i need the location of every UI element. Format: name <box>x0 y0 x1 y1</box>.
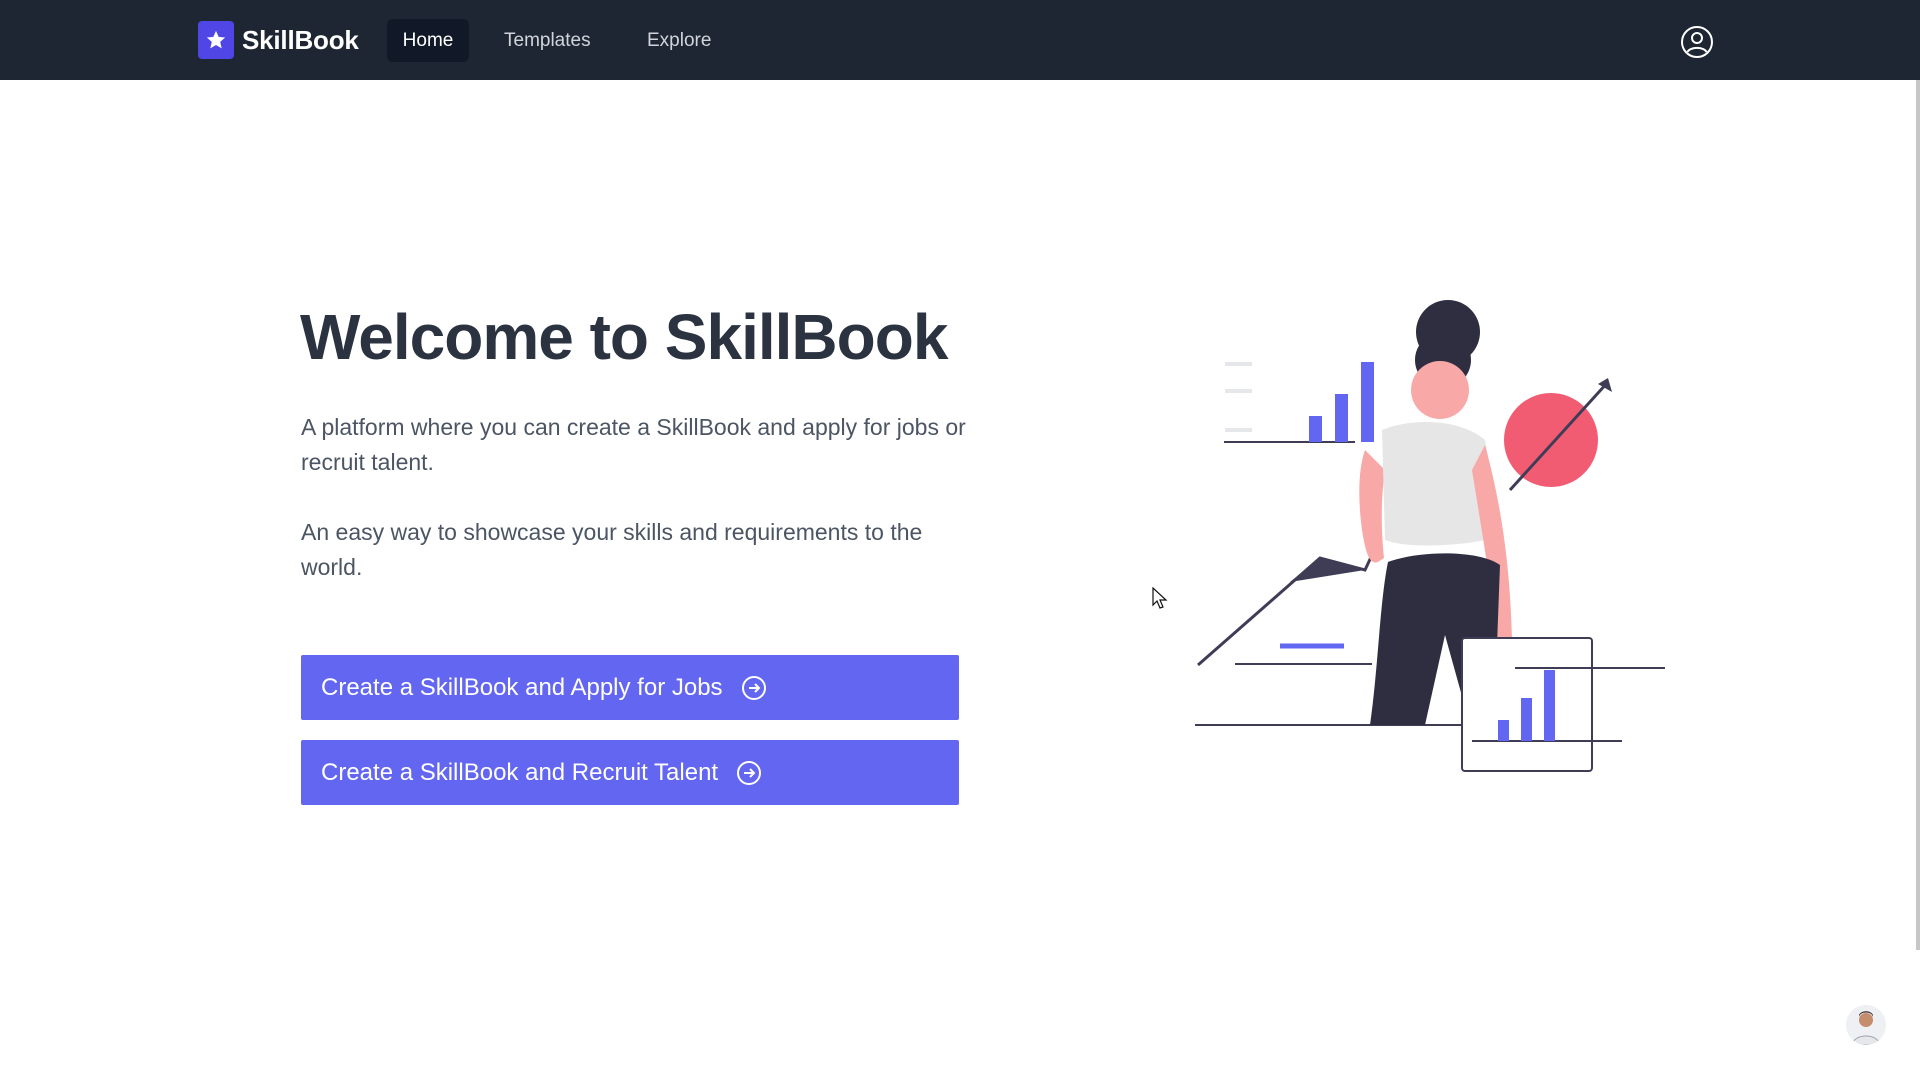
arrow-circle-right-icon <box>737 760 762 785</box>
nav-explore[interactable]: Explore <box>633 19 725 62</box>
apply-for-jobs-button[interactable]: Create a SkillBook and Apply for Jobs <box>301 655 959 720</box>
page-scrollbar[interactable] <box>1916 80 1920 950</box>
brand[interactable]: SkillBook <box>198 20 359 60</box>
woman-with-charts-illustration <box>1195 300 1665 772</box>
nav-templates[interactable]: Templates <box>490 19 605 62</box>
star-icon <box>198 21 234 59</box>
brand-name: SkillBook <box>242 24 359 55</box>
top-navbar: SkillBook Home Templates Explore <box>0 0 1920 80</box>
apply-for-jobs-label: Create a SkillBook and Apply for Jobs <box>321 673 723 701</box>
mouse-cursor-icon <box>1152 587 1168 609</box>
avatar[interactable] <box>1846 1005 1886 1045</box>
recruit-talent-label: Create a SkillBook and Recruit Talent <box>321 758 719 786</box>
nav-home[interactable]: Home <box>387 19 469 62</box>
hero-description: A platform where you can create a SkillB… <box>301 414 966 475</box>
hero-subdescription: An easy way to showcase your skills and … <box>301 519 923 580</box>
arrow-circle-right-icon <box>741 675 766 700</box>
page-title: Welcome to SkillBook <box>300 301 948 373</box>
recruit-talent-button[interactable]: Create a SkillBook and Recruit Talent <box>301 740 959 805</box>
user-circle-icon[interactable] <box>1680 25 1714 59</box>
